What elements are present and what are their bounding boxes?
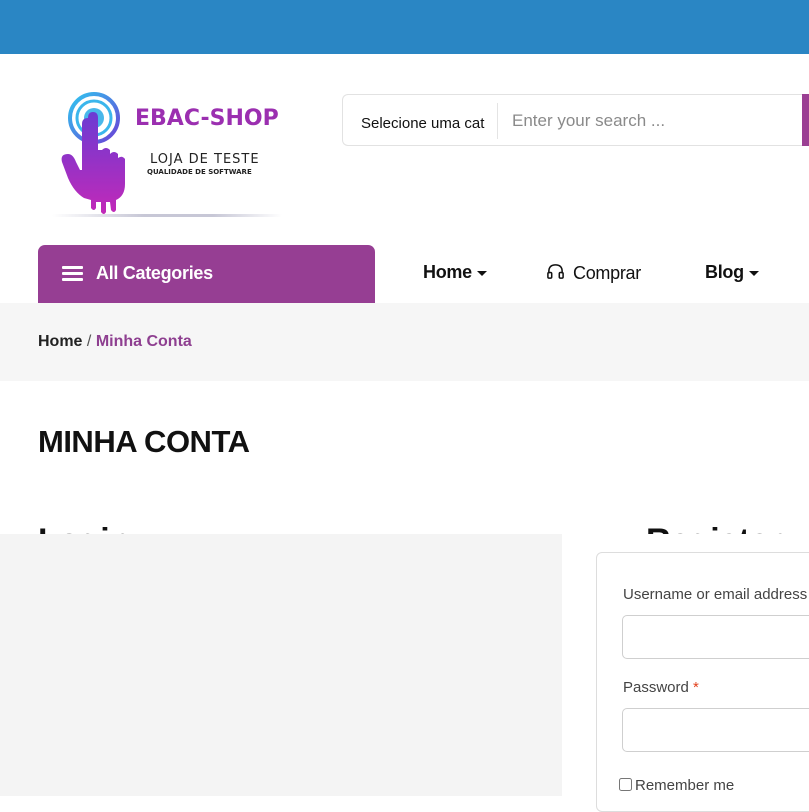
remember-me-label: Remember me bbox=[635, 777, 735, 794]
headset-icon bbox=[547, 264, 564, 279]
username-label: Username or email address * bbox=[623, 586, 808, 603]
search-bar: Selecione uma cat bbox=[342, 94, 809, 146]
logo-underline bbox=[52, 214, 282, 217]
register-heading: Register bbox=[646, 520, 782, 534]
nav-item-blog[interactable]: Blog bbox=[705, 262, 759, 283]
search-input[interactable] bbox=[499, 96, 809, 146]
all-categories-button[interactable]: All Categories bbox=[38, 245, 375, 303]
remember-me[interactable]: Remember me bbox=[619, 777, 734, 794]
login-form: Username or email address * Password * R… bbox=[596, 552, 809, 812]
password-field[interactable] bbox=[622, 708, 809, 752]
category-select[interactable]: Selecione uma cat bbox=[361, 115, 484, 132]
site-logo[interactable]: EBAC-SHOP LOJA DE TESTE QUALIDADE DE SOF… bbox=[48, 88, 284, 222]
all-categories-label: All Categories bbox=[96, 263, 213, 283]
nav-item-label: Home bbox=[423, 262, 472, 282]
nav-item-label: Comprar bbox=[573, 263, 641, 283]
nav-item-home[interactable]: Home bbox=[423, 262, 487, 283]
username-field[interactable] bbox=[622, 615, 809, 659]
search-divider bbox=[497, 103, 498, 139]
breadcrumb: Home / Minha Conta bbox=[38, 333, 192, 351]
login-heading: Login bbox=[38, 520, 131, 534]
hand-touch-icon bbox=[61, 92, 125, 214]
logo-subtitle: LOJA DE TESTE bbox=[150, 152, 260, 167]
remember-me-checkbox[interactable] bbox=[619, 778, 632, 791]
breadcrumb-current: Minha Conta bbox=[95, 333, 192, 350]
nav-item-label: Blog bbox=[705, 262, 744, 282]
breadcrumb-home-link[interactable]: Home bbox=[38, 333, 82, 350]
left-panel bbox=[0, 534, 562, 796]
caret-down-icon bbox=[748, 270, 759, 276]
logo-tagline: QUALIDADE DE SOFTWARE bbox=[147, 168, 252, 176]
logo-title: EBAC-SHOP bbox=[135, 106, 279, 131]
breadcrumb-separator: / bbox=[86, 333, 92, 350]
caret-down-icon bbox=[476, 270, 487, 276]
menu-icon bbox=[62, 266, 83, 282]
top-bar bbox=[0, 0, 809, 54]
page-title: MINHA CONTA bbox=[38, 424, 250, 459]
password-label: Password * bbox=[623, 679, 699, 696]
required-mark: * bbox=[693, 679, 699, 696]
search-button[interactable] bbox=[802, 94, 809, 146]
nav-item-comprar[interactable]: Comprar bbox=[546, 262, 641, 284]
